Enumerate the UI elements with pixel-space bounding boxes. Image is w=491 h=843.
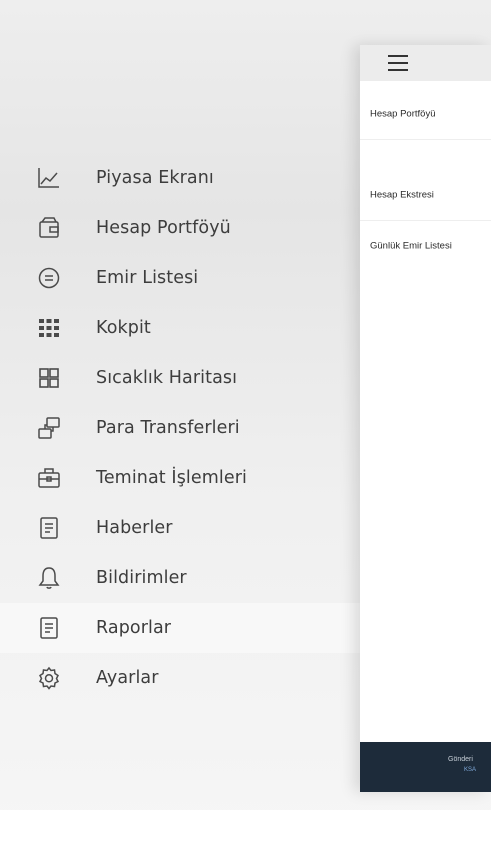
panel-header: [360, 45, 491, 81]
menu-item-bildirimler[interactable]: Bildirimler: [0, 553, 360, 603]
menu-item-raporlar[interactable]: Raporlar: [0, 603, 360, 653]
hamburger-menu-icon[interactable]: [388, 55, 408, 71]
grid-four-icon: [37, 366, 61, 390]
menu-item-label: Ayarlar: [96, 668, 159, 688]
menu-item-teminat-islemleri[interactable]: Teminat İşlemleri: [0, 453, 360, 503]
content-panel: Hesap Portföyü Hesap Ekstresi Günlük Emi…: [360, 45, 491, 792]
menu-item-label: Kokpit: [96, 318, 151, 338]
menu-item-emir-listesi[interactable]: Emir Listesi: [0, 253, 360, 303]
menu-item-label: Sıcaklık Haritası: [96, 368, 238, 388]
dots-grid-icon: [37, 316, 61, 340]
bell-icon: [37, 566, 61, 590]
bottom-strip: [0, 810, 491, 843]
menu-item-sicaklik-haritasi[interactable]: Sıcaklık Haritası: [0, 353, 360, 403]
report-item-gunluk-emir-listesi[interactable]: Günlük Emir Listesi: [360, 221, 491, 271]
report-item-label: Hesap Portföyü: [370, 108, 436, 120]
menu-item-label: Hesap Portföyü: [96, 218, 231, 238]
menu-item-haberler[interactable]: Haberler: [0, 503, 360, 553]
menu-item-para-transferleri[interactable]: Para Transferleri: [0, 403, 360, 453]
wallet-icon: [37, 216, 61, 240]
menu-item-label: Emir Listesi: [96, 268, 199, 288]
document-icon: [37, 516, 61, 540]
report-item-hesap-ekstresi[interactable]: Hesap Ekstresi: [360, 170, 491, 221]
menu-item-label: Piyasa Ekranı: [96, 168, 214, 188]
menu-item-ayarlar[interactable]: Ayarlar: [0, 653, 360, 703]
menu-item-hesap-portfoyu[interactable]: Hesap Portföyü: [0, 203, 360, 253]
menu-item-piyasa-ekrani[interactable]: Piyasa Ekranı: [0, 153, 360, 203]
report-item-label: Hesap Ekstresi: [370, 189, 434, 201]
chart-line-icon: [37, 166, 61, 190]
menu-item-label: Raporlar: [96, 618, 172, 638]
footer-text: Gönderi: [448, 756, 473, 763]
gear-icon: [37, 666, 61, 690]
briefcase-icon: [37, 466, 61, 490]
footer-link[interactable]: KSA: [464, 767, 476, 773]
menu-item-label: Bildirimler: [96, 568, 187, 588]
menu-item-label: Haberler: [96, 518, 173, 538]
app-screen: Piyasa Ekranı Hesap Portföyü Emir Listes…: [0, 0, 491, 843]
list-circle-icon: [37, 266, 61, 290]
menu-item-label: Teminat İşlemleri: [96, 468, 247, 488]
transfer-icon: [37, 416, 61, 440]
menu-item-label: Para Transferleri: [96, 418, 240, 438]
side-menu: Piyasa Ekranı Hesap Portföyü Emir Listes…: [0, 153, 360, 703]
report-item-hesap-portfoyu[interactable]: Hesap Portföyü: [360, 89, 491, 140]
panel-footer: Gönderi KSA: [360, 742, 491, 792]
menu-item-kokpit[interactable]: Kokpit: [0, 303, 360, 353]
report-item-label: Günlük Emir Listesi: [370, 240, 452, 252]
report-icon: [37, 616, 61, 640]
